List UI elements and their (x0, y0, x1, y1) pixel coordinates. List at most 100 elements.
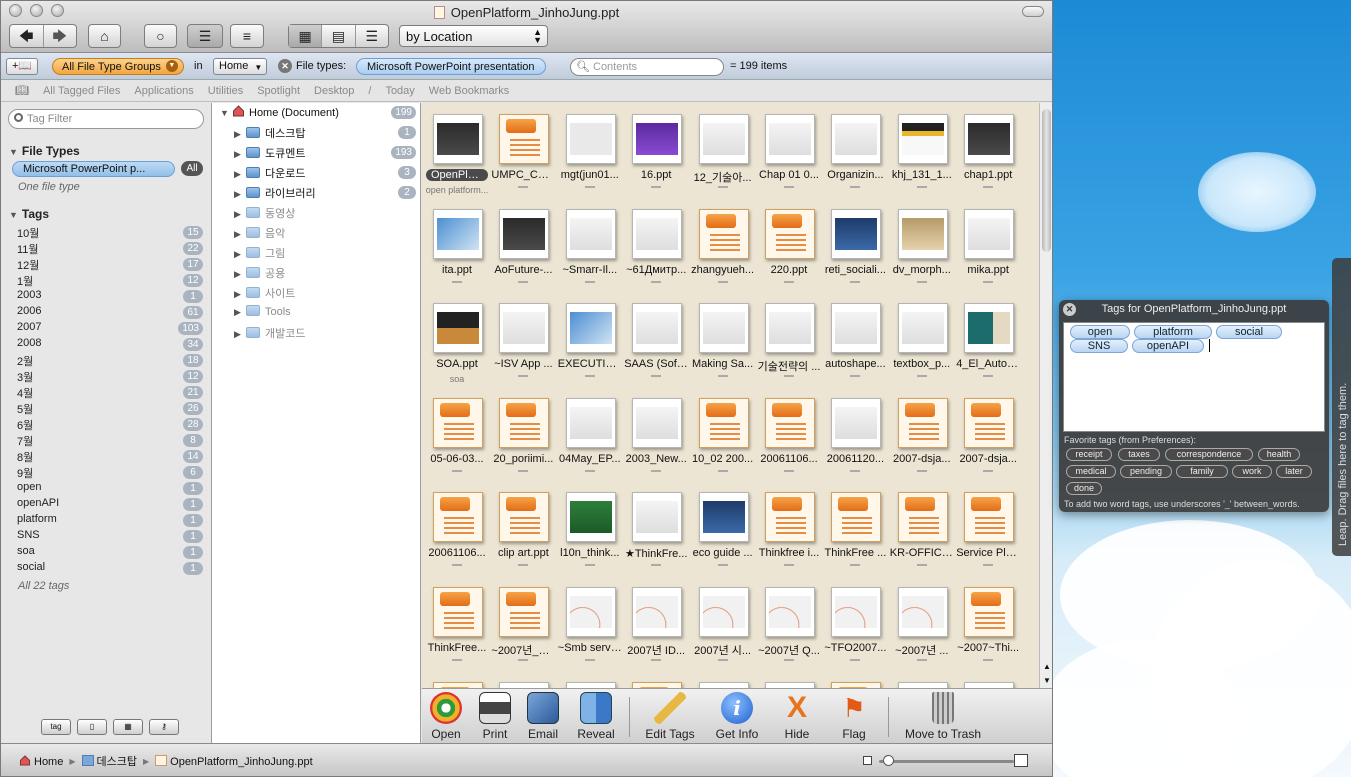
file-item[interactable]: 12_기술아... (690, 105, 756, 195)
disclosure-closed-icon[interactable]: ▶ (234, 329, 246, 340)
tags-header[interactable]: Tags (9, 207, 49, 221)
file-item[interactable]: dv_morph... (889, 200, 955, 290)
list-view-icon[interactable]: ▤ (322, 25, 356, 47)
location-select[interactable]: Home ▼ (213, 58, 268, 75)
file-item[interactable]: ~Smarr-Il... (557, 200, 623, 290)
disclosure-open-icon[interactable]: ▼ (220, 108, 232, 118)
file-item[interactable]: 16.ppt (623, 105, 689, 195)
forward-arrow-icon[interactable]: 🡆 (44, 25, 77, 47)
file-item[interactable]: 20061106... (756, 389, 822, 479)
key-icon[interactable]: ⚷ (149, 719, 179, 735)
favorite-tag[interactable]: correspondence (1165, 448, 1253, 461)
back-arrow-icon[interactable]: 🡄 (10, 25, 44, 47)
tag-item[interactable]: 3월 12 (17, 369, 205, 385)
file-type-group-token[interactable]: All File Type Groups ▼ (52, 58, 184, 75)
bookmark-item[interactable]: Web Bookmarks (429, 85, 510, 97)
tree-folder[interactable]: ▶ 데스크탑 1 (234, 125, 416, 142)
tag-item[interactable]: open 1 (17, 481, 205, 497)
file-item[interactable]: SAAS (Soft... (623, 294, 689, 384)
file-item[interactable] (955, 673, 1021, 688)
file-item[interactable]: ~ISV App ... (490, 294, 556, 384)
tree-root[interactable]: ▼ Home (Document) 199 (220, 105, 416, 122)
file-item[interactable]: ~Smb servi... (557, 578, 623, 668)
tree-folder[interactable]: ▶ 사이트 (234, 285, 416, 302)
tag-token[interactable]: open (1070, 325, 1130, 339)
tag-item[interactable]: openAPI 1 (17, 497, 205, 513)
tag-token[interactable]: SNS (1070, 339, 1128, 353)
file-item[interactable]: 05-06-03... (424, 389, 490, 479)
get-info-action[interactable]: i Get Info (712, 689, 762, 744)
file-item[interactable] (623, 673, 689, 688)
all-tags-label[interactable]: All 22 tags (18, 580, 69, 592)
reveal-action[interactable]: Reveal (573, 689, 619, 744)
remove-filter-icon[interactable]: ✕ (278, 59, 292, 73)
add-bookmark-button[interactable]: +📖 (6, 58, 39, 75)
tag-item[interactable]: 5월 26 (17, 401, 205, 417)
tag-filter-input[interactable]: Tag Filter (8, 109, 204, 129)
file-item[interactable]: KR-OFFICE... (889, 483, 955, 573)
tag-item[interactable]: SNS 1 (17, 529, 205, 545)
file-item[interactable]: l10n_think... (557, 483, 623, 573)
disclosure-closed-icon[interactable]: ▶ (234, 229, 246, 240)
email-action[interactable]: Email (522, 689, 564, 744)
file-item[interactable] (889, 673, 955, 688)
favorite-tag[interactable]: health (1258, 448, 1300, 461)
tag-item[interactable]: 2월 18 (17, 353, 205, 369)
file-item[interactable]: Organizin... (822, 105, 888, 195)
file-item[interactable]: 4_El_Autoe... (955, 294, 1021, 384)
file-type-selected[interactable]: Microsoft PowerPoint p... (12, 161, 175, 177)
disclosure-closed-icon[interactable]: ▶ (234, 269, 246, 280)
favorite-tag[interactable]: family (1176, 465, 1228, 478)
slider-thumb[interactable] (883, 755, 894, 766)
file-item[interactable]: ~2007~Thi... (955, 578, 1021, 668)
file-item[interactable]: textbox_p... (889, 294, 955, 384)
file-item[interactable]: 2007년 시... (690, 578, 756, 668)
home-button[interactable]: ⌂ (88, 24, 121, 48)
tags-input[interactable]: open platform social SNS openAPI (1063, 322, 1325, 432)
all-badge[interactable]: All (181, 161, 203, 176)
file-item[interactable] (756, 673, 822, 688)
file-item[interactable]: ThinkFree... (424, 578, 490, 668)
file-item[interactable]: ★ThinkFre... (623, 483, 689, 573)
tree-folder[interactable]: ▶ 다운로드 3 (234, 165, 416, 182)
breadcrumb-home[interactable]: Home (19, 754, 63, 768)
file-item[interactable]: UMPC_CES... (490, 105, 556, 195)
indent-view-button[interactable]: ☰ (187, 24, 223, 48)
file-item[interactable]: 20061106... (424, 483, 490, 573)
sort-select[interactable]: by Location ▲ ▼ (399, 25, 548, 47)
print-action[interactable]: Print (476, 689, 514, 744)
file-item[interactable]: Thinkfree i... (756, 483, 822, 573)
file-item[interactable]: Service Pla... (955, 483, 1021, 573)
tag-token[interactable]: social (1216, 325, 1282, 339)
bookmark-item[interactable]: Today (385, 85, 414, 97)
tag-item[interactable]: soa 1 (17, 545, 205, 561)
bookmark-item[interactable]: / (368, 85, 371, 97)
file-item[interactable]: ThinkFree ... (822, 483, 888, 573)
tree-folder[interactable]: ▶ 라이브러리 2 (234, 185, 416, 202)
scroll-knob[interactable] (1042, 109, 1051, 252)
file-item[interactable]: EXECUTIN... (557, 294, 623, 384)
file-item[interactable]: ~61Дмитр... (623, 200, 689, 290)
breadcrumb-desktop[interactable]: 데스크탑 (81, 753, 137, 769)
file-item[interactable]: ~2007년_N... (490, 578, 556, 668)
tag-item[interactable]: social 1 (17, 561, 205, 577)
file-item[interactable]: khj_131_1... (889, 105, 955, 195)
tag-item[interactable]: 2008 34 (17, 337, 205, 353)
breadcrumb-file[interactable]: OpenPlatform_JinhoJung.ppt (155, 754, 313, 768)
file-item[interactable]: 2007-dsja... (889, 389, 955, 479)
file-item[interactable]: chap1.ppt (955, 105, 1021, 195)
file-item[interactable]: reti_sociali... (822, 200, 888, 290)
contents-search-input[interactable]: 🔍︎ Contents (570, 58, 724, 76)
favorite-tag[interactable]: done (1066, 482, 1102, 495)
file-item[interactable] (557, 673, 623, 688)
tag-item[interactable]: 8월 14 (17, 449, 205, 465)
file-item[interactable]: ita.ppt (424, 200, 490, 290)
file-item[interactable] (424, 673, 490, 688)
tag-item[interactable]: 4월 21 (17, 385, 205, 401)
vertical-scrollbar[interactable]: ▲ ▼ (1039, 103, 1052, 688)
tag-item[interactable]: 2007 103 (17, 321, 205, 337)
disclosure-closed-icon[interactable]: ▶ (234, 169, 246, 180)
move-to-trash-action[interactable]: Move to Trash (900, 689, 986, 744)
file-item[interactable]: mika.ppt (955, 200, 1021, 290)
icon-view-icon[interactable]: ▦ (289, 25, 323, 47)
